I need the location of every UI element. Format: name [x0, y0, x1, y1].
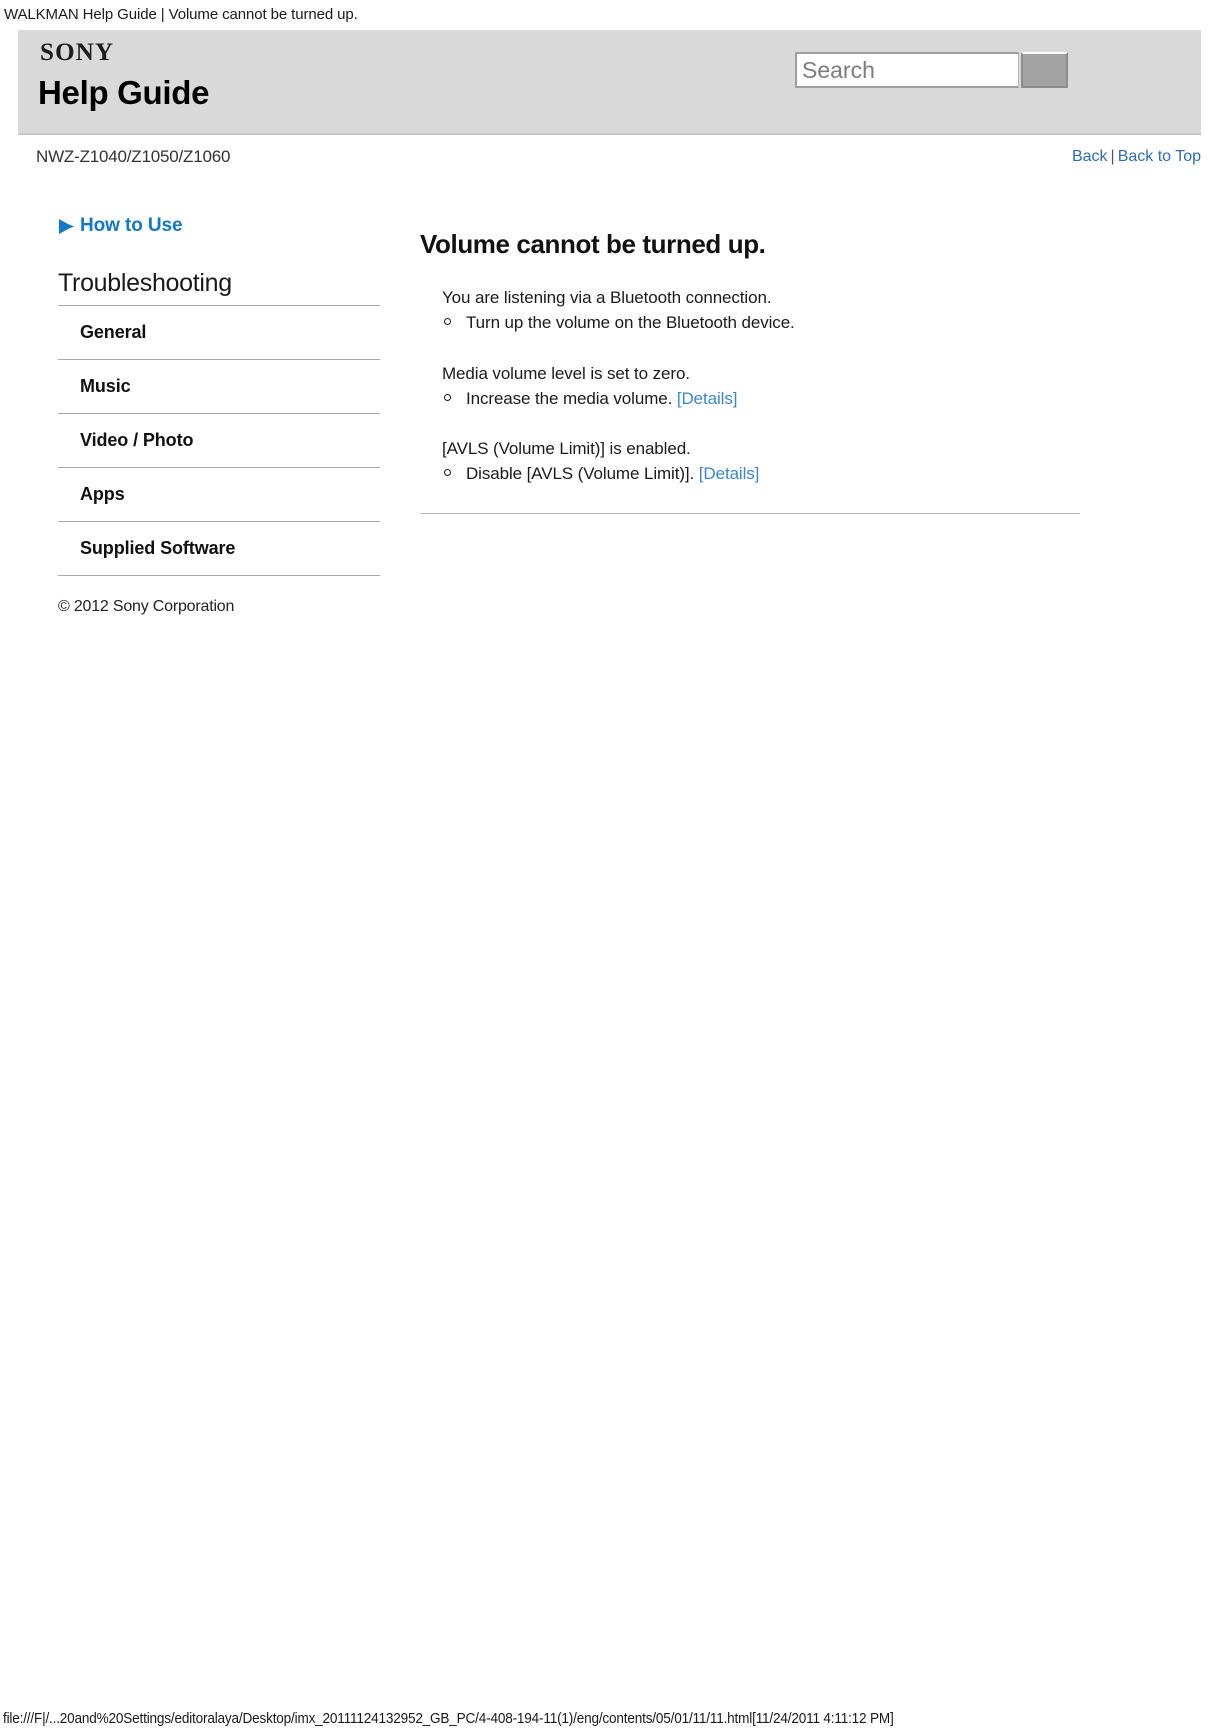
remedy-list: Turn up the volume on the Bluetooth devi…	[420, 310, 1080, 336]
search-area	[795, 52, 1068, 88]
troubleshoot-block: Media volume level is set to zero. Incre…	[420, 364, 1080, 412]
remedy-list: Disable [AVLS (Volume Limit)]. [Details]	[420, 461, 1080, 487]
sidebar-item-how-to-use[interactable]: How to Use	[58, 215, 380, 237]
list-item[interactable]: General	[58, 305, 380, 359]
back-link[interactable]: Back	[1072, 148, 1108, 165]
page-title: Help Guide	[38, 74, 210, 111]
browser-print-header: WALKMAN Help Guide | Volume cannot be tu…	[4, 6, 358, 23]
model-nav-row: NWZ-Z1040/Z1050/Z1060 Back | Back to Top	[18, 135, 1201, 179]
sony-logo: SONY	[40, 39, 115, 66]
back-to-top-link[interactable]: Back to Top	[1118, 148, 1201, 165]
details-link[interactable]: [Details]	[699, 464, 760, 483]
remedy-text: Increase the media volume.	[466, 388, 673, 408]
article-bottom-divider	[420, 512, 1080, 514]
sidebar-item-music[interactable]: Music	[58, 360, 380, 413]
sidebar-nav-list: General Music Video / Photo Apps Supplie…	[58, 305, 380, 576]
nav-separator: |	[1110, 148, 1115, 165]
sidebar-item-apps[interactable]: Apps	[58, 468, 380, 521]
list-item[interactable]: Video / Photo	[58, 413, 380, 467]
details-link[interactable]: [Details]	[677, 389, 738, 408]
cause-text: You are listening via a Bluetooth connec…	[442, 288, 772, 307]
troubleshoot-block: [AVLS (Volume Limit)] is enabled. Disabl…	[420, 439, 1080, 487]
copyright-notice: © 2012 Sony Corporation	[58, 598, 235, 615]
cause-text: [AVLS (Volume Limit)] is enabled.	[442, 439, 691, 458]
sidebar: How to Use Troubleshooting General Music…	[58, 215, 380, 615]
circle-bullet-icon	[444, 469, 451, 476]
circle-bullet-icon	[444, 393, 451, 401]
cause-text: Media volume level is set to zero.	[442, 363, 690, 383]
article-title: Volume cannot be turned up.	[420, 229, 766, 259]
search-input[interactable]	[795, 52, 1019, 88]
page-container: SONY Help Guide NWZ-Z1040/Z1050/Z1060 Ba…	[18, 30, 1201, 615]
sidebar-section-heading: Troubleshooting	[58, 269, 232, 297]
list-item[interactable]: Supplied Software	[58, 521, 380, 576]
list-item: Turn up the volume on the Bluetooth devi…	[442, 310, 1080, 336]
circle-bullet-icon	[444, 318, 451, 325]
sidebar-item-supplied-software[interactable]: Supplied Software	[58, 522, 380, 575]
troubleshoot-block: You are listening via a Bluetooth connec…	[420, 288, 1080, 336]
top-navigation: Back | Back to Top	[1072, 148, 1201, 166]
list-item: Disable [AVLS (Volume Limit)]. [Details]	[442, 461, 1080, 487]
site-header-banner: SONY Help Guide	[18, 30, 1201, 135]
model-number: NWZ-Z1040/Z1050/Z1060	[36, 147, 231, 166]
remedy-text: Turn up the volume on the Bluetooth devi…	[466, 313, 795, 332]
list-item: Increase the media volume. [Details]	[442, 386, 1080, 412]
browser-print-footer-path: file:///F|/...20and%20Settings/editorala…	[3, 1710, 894, 1727]
sidebar-item-general[interactable]: General	[58, 306, 380, 359]
sidebar-how-to-use-label: How to Use	[80, 215, 183, 236]
sidebar-item-video-photo[interactable]: Video / Photo	[58, 414, 380, 467]
search-submit-button[interactable]	[1021, 52, 1068, 88]
list-item[interactable]: Apps	[58, 467, 380, 521]
remedy-text: Disable [AVLS (Volume Limit)].	[466, 464, 695, 483]
remedy-list: Increase the media volume. [Details]	[420, 386, 1080, 412]
list-item[interactable]: Music	[58, 359, 380, 413]
chevron-right-icon	[59, 218, 74, 234]
article: Volume cannot be turned up. You are list…	[420, 215, 1080, 514]
